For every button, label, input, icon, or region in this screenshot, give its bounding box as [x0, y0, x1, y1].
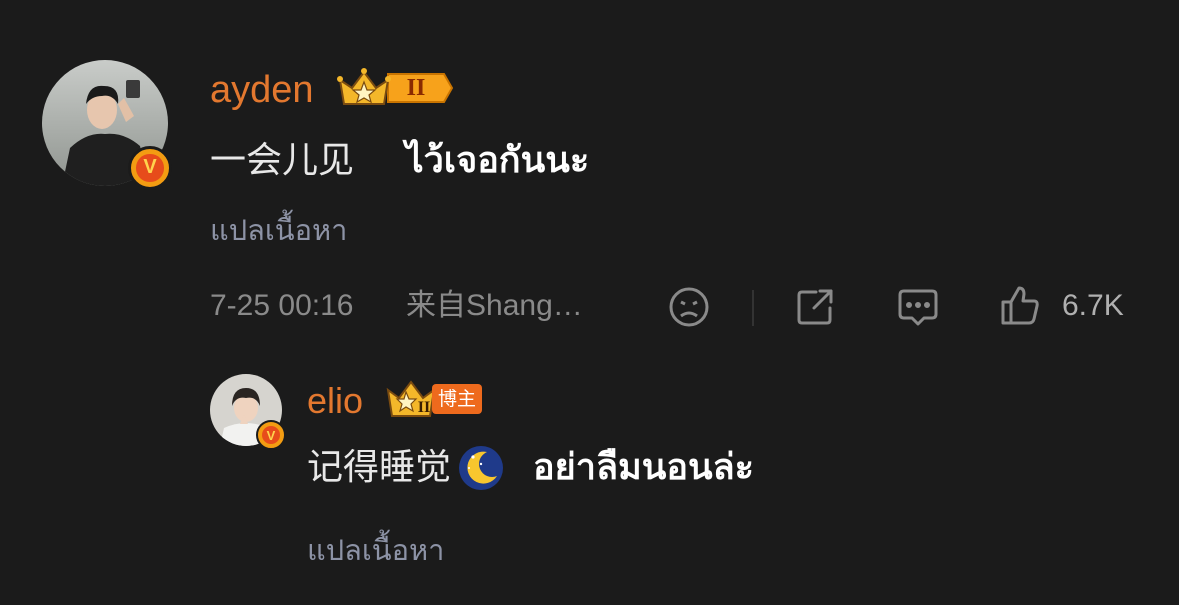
- reply-translate-link[interactable]: แปลเนื้อหา: [307, 530, 444, 570]
- reply-item: V elio II 博主 记得睡觉 อย่าลืมนอนล่ะ แปลเนื้อ…: [0, 360, 1179, 605]
- comment-text-th: ไว้เจอกันนะ: [405, 140, 590, 181]
- comment-text-cn: 一会儿见: [210, 140, 355, 181]
- reply-text: 记得睡觉 อย่าลืมนอนล่ะ: [307, 444, 754, 492]
- username[interactable]: ayden: [210, 68, 314, 112]
- reply-username[interactable]: elio: [307, 380, 363, 422]
- share-icon[interactable]: [792, 284, 838, 330]
- dislike-face-icon[interactable]: [666, 284, 712, 330]
- comment-item: V ayden II 一会儿见 ไว้เจอกันนะ แปลเนื้อหา 7…: [0, 0, 1179, 340]
- divider: [752, 290, 754, 326]
- like-icon[interactable]: [996, 282, 1044, 330]
- reply-text-th: อย่าลืมนอนล่ะ: [533, 447, 754, 488]
- reply-text-cn: 记得睡觉: [307, 447, 452, 488]
- reply-level-badge-text: II: [417, 399, 431, 416]
- level-badge-text: II: [406, 75, 426, 101]
- reply-verified-badge-icon: V: [256, 420, 286, 450]
- comment-source: 来自Shang…: [406, 289, 583, 322]
- translate-link[interactable]: แปลเนื้อหา: [210, 210, 347, 250]
- comment-text: 一会儿见 ไว้เจอกันนะ: [210, 138, 589, 184]
- blogger-tag: 博主: [432, 384, 483, 414]
- comment-icon[interactable]: [895, 284, 941, 330]
- like-count: 6.7K: [1062, 289, 1124, 322]
- comment-timestamp: 7-25 00:16: [210, 289, 354, 322]
- verified-badge-icon: V: [128, 146, 172, 190]
- moon-emoji-icon: [457, 444, 505, 492]
- level-crown-badge-icon: II: [336, 66, 454, 110]
